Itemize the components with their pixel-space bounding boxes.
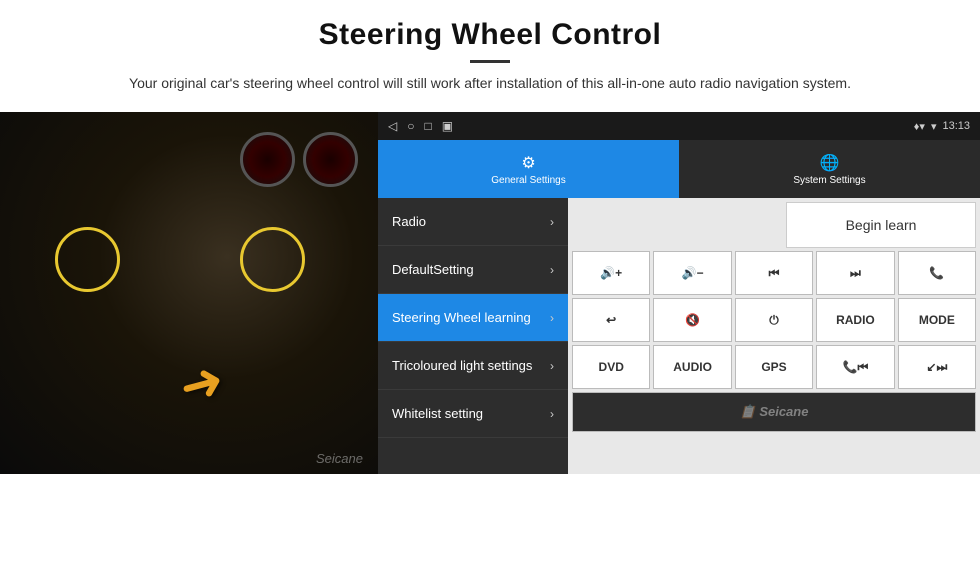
system-settings-icon: 🌐 [820,153,840,173]
menu-item-radio[interactable]: Radio › [378,198,568,246]
logo-area: 📋 Seicane [572,392,976,432]
power-icon: ⏻ [769,313,779,328]
chevron-default: › [550,263,554,277]
chevron-whitelist: › [550,407,554,421]
nav-tabs: ⚙ General Settings 🌐 System Settings [378,140,980,198]
combo-next-button[interactable]: ↙⏭ [898,345,976,389]
audio-button[interactable]: AUDIO [653,345,731,389]
screenshot-icon: ▣ [442,119,453,133]
mode-label: MODE [919,313,955,327]
watermark: Seicane [316,451,363,466]
status-right: ♦▾ ▾ 13:13 [914,120,970,133]
arrow-pointer: ➜ [173,349,231,418]
gauge-right [303,132,358,187]
hang-up-icon: ↩ [606,313,616,327]
dvd-button[interactable]: DVD [572,345,650,389]
vol-down-icon: 🔊− [682,266,704,280]
back-icon: ◁ [388,119,397,133]
menu-item-default[interactable]: DefaultSetting › [378,246,568,294]
menu-steering-label: Steering Wheel learning [392,310,531,326]
gps-button[interactable]: GPS [735,345,813,389]
radio-mode-button[interactable]: RADIO [816,298,894,342]
chevron-radio: › [550,215,554,229]
car-background: ➜ Seicane [0,112,378,474]
gps-label: GPS [761,360,786,374]
mute-button[interactable]: 🔇 [653,298,731,342]
android-panel: ◁ ○ □ ▣ ♦▾ ▾ 13:13 ⚙ General Settings [378,112,980,474]
next-track-button[interactable]: ⏭ [816,251,894,295]
audio-label: AUDIO [673,360,712,374]
menu-item-tricoloured[interactable]: Tricoloured light settings › [378,342,568,390]
dvd-label: DVD [599,360,624,374]
menu-item-steering[interactable]: Steering Wheel learning › [378,294,568,342]
left-menu: Radio › DefaultSetting › Steering Wheel … [378,198,568,474]
status-icons: ◁ ○ □ ▣ [388,119,453,133]
menu-radio-label: Radio [392,214,426,230]
mute-icon: 🔇 [685,313,700,327]
car-image-section: ➜ Seicane [0,112,378,474]
vol-up-icon: 🔊+ [600,266,622,280]
gauge-left [240,132,295,187]
subtitle: Your original car's steering wheel contr… [100,73,880,94]
brand-icon: 📋 Seicane [740,404,809,420]
menu-default-label: DefaultSetting [392,262,474,278]
circle-left-highlight [55,227,120,292]
tab-general-label: General Settings [491,175,566,186]
chevron-steering: › [550,311,554,325]
mode-button[interactable]: MODE [898,298,976,342]
signal-icon: ♦▾ [914,120,925,133]
begin-learn-row: Begin learn [572,202,976,248]
next-track-icon: ⏭ [850,266,861,281]
menu-tricoloured-label: Tricoloured light settings [392,358,532,374]
partial-row: 📋 Seicane [572,392,976,432]
btn-row-2: ↩ 🔇 ⏻ RADIO MODE [572,298,976,342]
combo-next-icon: ↙⏭ [926,360,947,375]
header-section: Steering Wheel Control Your original car… [0,0,980,102]
main-content: Radio › DefaultSetting › Steering Wheel … [378,198,980,474]
begin-learn-spacer [572,202,783,248]
hang-up-button[interactable]: ↩ [572,298,650,342]
time-display: 13:13 [942,120,970,132]
general-settings-icon: ⚙ [521,153,535,173]
phone-prev-button[interactable]: 📞⏮ [816,345,894,389]
vol-up-button[interactable]: 🔊+ [572,251,650,295]
menu-whitelist-label: Whitelist setting [392,406,483,422]
tab-system-label: System Settings [793,175,865,186]
btn-row-3: DVD AUDIO GPS 📞⏮ ↙⏭ [572,345,976,389]
circle-right-highlight [240,227,305,292]
btn-row-1: 🔊+ 🔊− ⏮ ⏭ 📞 [572,251,976,295]
menu-item-whitelist[interactable]: Whitelist setting › [378,390,568,438]
status-bar: ◁ ○ □ ▣ ♦▾ ▾ 13:13 [378,112,980,140]
gauges [240,132,358,187]
title-divider [470,60,510,63]
vol-down-button[interactable]: 🔊− [653,251,731,295]
radio-label: RADIO [836,313,875,327]
prev-track-icon: ⏮ [769,266,780,281]
power-button[interactable]: ⏻ [735,298,813,342]
tab-system[interactable]: 🌐 System Settings [679,140,980,198]
recents-icon: □ [424,119,431,133]
phone-icon: 📞 [929,266,944,280]
phone-prev-icon: 📞⏮ [843,360,869,375]
tab-general[interactable]: ⚙ General Settings [378,140,679,198]
page-title: Steering Wheel Control [60,18,920,52]
chevron-tricoloured: › [550,359,554,373]
phone-button[interactable]: 📞 [898,251,976,295]
prev-track-button[interactable]: ⏮ [735,251,813,295]
wifi-icon: ▾ [931,120,937,133]
right-panel: Begin learn 🔊+ 🔊− ⏮ [568,198,980,474]
page-wrapper: Steering Wheel Control Your original car… [0,0,980,562]
home-icon: ○ [407,119,414,133]
begin-learn-button[interactable]: Begin learn [786,202,976,248]
content-row: ➜ Seicane ◁ ○ □ ▣ ♦▾ ▾ 13:13 [0,112,980,562]
